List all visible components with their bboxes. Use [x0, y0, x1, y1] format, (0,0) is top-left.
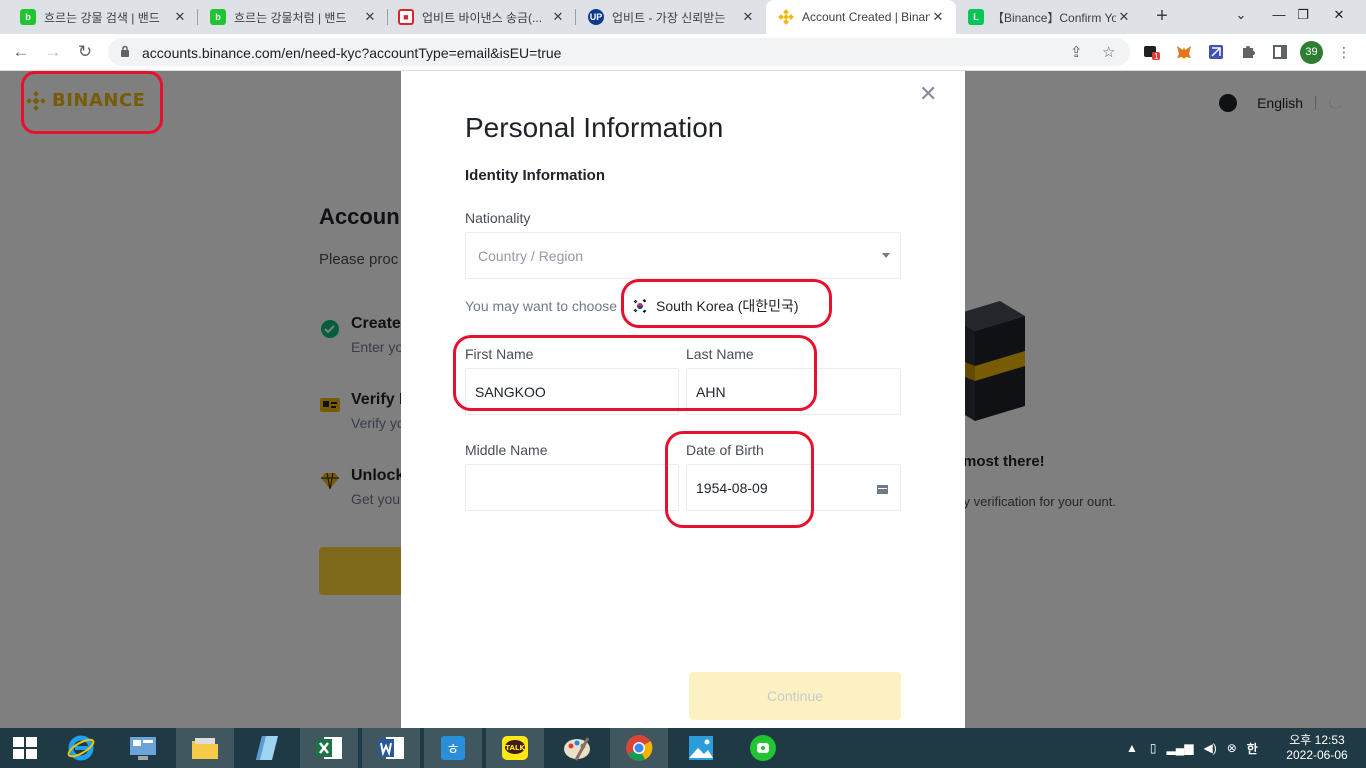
windows-taskbar: ㅎ TALK ▲ ▯ ▂▄▆ ◀) ⊗ 한 오후 12:53 2022-06-0…: [0, 728, 1366, 768]
nationality-label: Nationality: [465, 210, 531, 226]
binance-icon: [778, 9, 794, 25]
browser-tab[interactable]: b 흐르는 강물 검색 | 밴드 ✕: [8, 0, 198, 34]
country-hint: You may want to choose: [465, 298, 618, 314]
browser-tab-active[interactable]: Account Created | Binance ✕: [766, 0, 956, 34]
annotation-country-highlight: [621, 279, 832, 328]
tab-title: 【Binance】Confirm Your: [992, 10, 1116, 25]
show-hidden-icons-chevron-icon[interactable]: ▲: [1126, 741, 1138, 755]
internet-explorer-icon[interactable]: [52, 728, 110, 768]
middle-name-label: Middle Name: [465, 442, 548, 458]
bookmark-star-icon[interactable]: ☆: [1102, 43, 1115, 61]
band-icon: b: [210, 9, 226, 25]
browser-tab[interactable]: UP 업비트 - 가장 신뢰받는 ✕: [576, 0, 766, 34]
file-explorer-icon[interactable]: [176, 728, 234, 768]
system-tray: ▲ ▯ ▂▄▆ ◀) ⊗ 한: [1126, 728, 1258, 768]
extension-shield-icon[interactable]: [1206, 42, 1226, 62]
menu-kebab-icon[interactable]: ⋮: [1334, 42, 1354, 62]
windows-start-icon[interactable]: [0, 728, 50, 768]
band-app-icon[interactable]: [734, 728, 792, 768]
tab-title: 업비트 바이낸스 송금(...: [422, 10, 543, 25]
close-window-button[interactable]: ✕: [1316, 0, 1362, 30]
notification-x-icon[interactable]: ⊗: [1227, 741, 1237, 755]
close-tab-icon[interactable]: ✕: [740, 9, 756, 25]
close-tab-icon[interactable]: ✕: [1116, 9, 1132, 25]
lock-icon: [121, 45, 129, 57]
continue-button[interactable]: Continue: [689, 672, 901, 720]
address-bar[interactable]: accounts.binance.com/en/need-kyc?account…: [108, 38, 1130, 66]
notepad-icon[interactable]: [238, 728, 296, 768]
close-tab-icon[interactable]: ✕: [172, 9, 188, 25]
browser-tab[interactable]: b 흐르는 강물처럼 | 밴드 ✕: [198, 0, 388, 34]
browser-tab[interactable]: ■ 업비트 바이낸스 송금(... ✕: [386, 0, 576, 34]
close-tab-icon[interactable]: ✕: [930, 9, 946, 25]
browser-toolbar: ← → ↻ accounts.binance.com/en/need-kyc?a…: [0, 34, 1366, 71]
page-content: BINANCE English Accoun Please proc Creat…: [0, 71, 1366, 728]
puzzle-icon[interactable]: [1238, 42, 1258, 62]
nationality-select[interactable]: Country / Region: [465, 232, 901, 279]
side-panel-icon[interactable]: [1270, 42, 1290, 62]
upbit-icon: UP: [588, 9, 604, 25]
clock-date: 2022-06-06: [1286, 748, 1348, 762]
extension-icon[interactable]: 1: [1142, 42, 1162, 62]
chrome-icon[interactable]: [610, 728, 668, 768]
caret-down-icon: [882, 253, 890, 258]
clock-time: 오후 12:53: [1289, 733, 1345, 747]
calendar-icon[interactable]: [877, 484, 888, 494]
back-arrow-icon[interactable]: ←: [8, 39, 34, 65]
taskbar-clock[interactable]: 오후 12:53 2022-06-06: [1282, 733, 1352, 763]
extension-badge: 1: [1154, 52, 1159, 61]
nationality-placeholder: Country / Region: [478, 248, 584, 264]
modal-title: Personal Information: [465, 112, 724, 143]
line-icon: L: [968, 9, 984, 25]
photos-icon[interactable]: [672, 728, 730, 768]
reload-icon[interactable]: ↻: [72, 39, 98, 65]
close-tab-icon[interactable]: ✕: [362, 9, 378, 25]
tab-title: 흐르는 강물처럼 | 밴드: [234, 10, 347, 25]
word-icon[interactable]: [362, 728, 420, 768]
tab-title: 업비트 - 가장 신뢰받는: [612, 10, 726, 25]
share-icon[interactable]: ⇪: [1070, 43, 1083, 61]
profile-avatar[interactable]: 39: [1300, 41, 1323, 64]
band-icon: b: [20, 9, 36, 25]
ime-indicator[interactable]: 한: [1247, 740, 1258, 757]
close-icon[interactable]: ✕: [919, 81, 937, 107]
svg-text:ㅎ: ㅎ: [446, 740, 460, 758]
network-disconnected-icon[interactable]: ▯: [1150, 741, 1157, 755]
tab-title: 흐르는 강물 검색 | 밴드: [44, 10, 160, 25]
control-panel-icon[interactable]: [114, 728, 172, 768]
browser-tab[interactable]: L 【Binance】Confirm Your ✕: [956, 0, 1142, 34]
app-icon: ■: [398, 9, 414, 25]
tab-title: Account Created | Binance: [802, 10, 930, 24]
paint-icon[interactable]: [548, 728, 606, 768]
annotation-dob-highlight: [665, 431, 814, 528]
signal-bars-icon[interactable]: ▂▄▆: [1167, 741, 1194, 755]
kakaotalk-icon[interactable]: TALK: [486, 728, 544, 768]
annotation-logo-highlight: [21, 71, 163, 134]
forward-arrow-icon[interactable]: →: [40, 39, 66, 65]
hangul-icon[interactable]: ㅎ: [424, 728, 482, 768]
annotation-name-highlight: [453, 335, 817, 411]
new-tab-button[interactable]: +: [1150, 5, 1174, 29]
middle-name-field[interactable]: [465, 464, 679, 511]
metamask-icon[interactable]: [1174, 42, 1194, 62]
volume-icon[interactable]: ◀): [1203, 741, 1216, 755]
svg-text:TALK: TALK: [505, 744, 525, 752]
tab-strip: b 흐르는 강물 검색 | 밴드 ✕ b 흐르는 강물처럼 | 밴드 ✕ ■ 업…: [0, 0, 1366, 34]
close-tab-icon[interactable]: ✕: [550, 9, 566, 25]
section-title: Identity Information: [465, 167, 605, 184]
excel-icon[interactable]: [300, 728, 358, 768]
url-text: accounts.binance.com/en/need-kyc?account…: [142, 45, 562, 61]
